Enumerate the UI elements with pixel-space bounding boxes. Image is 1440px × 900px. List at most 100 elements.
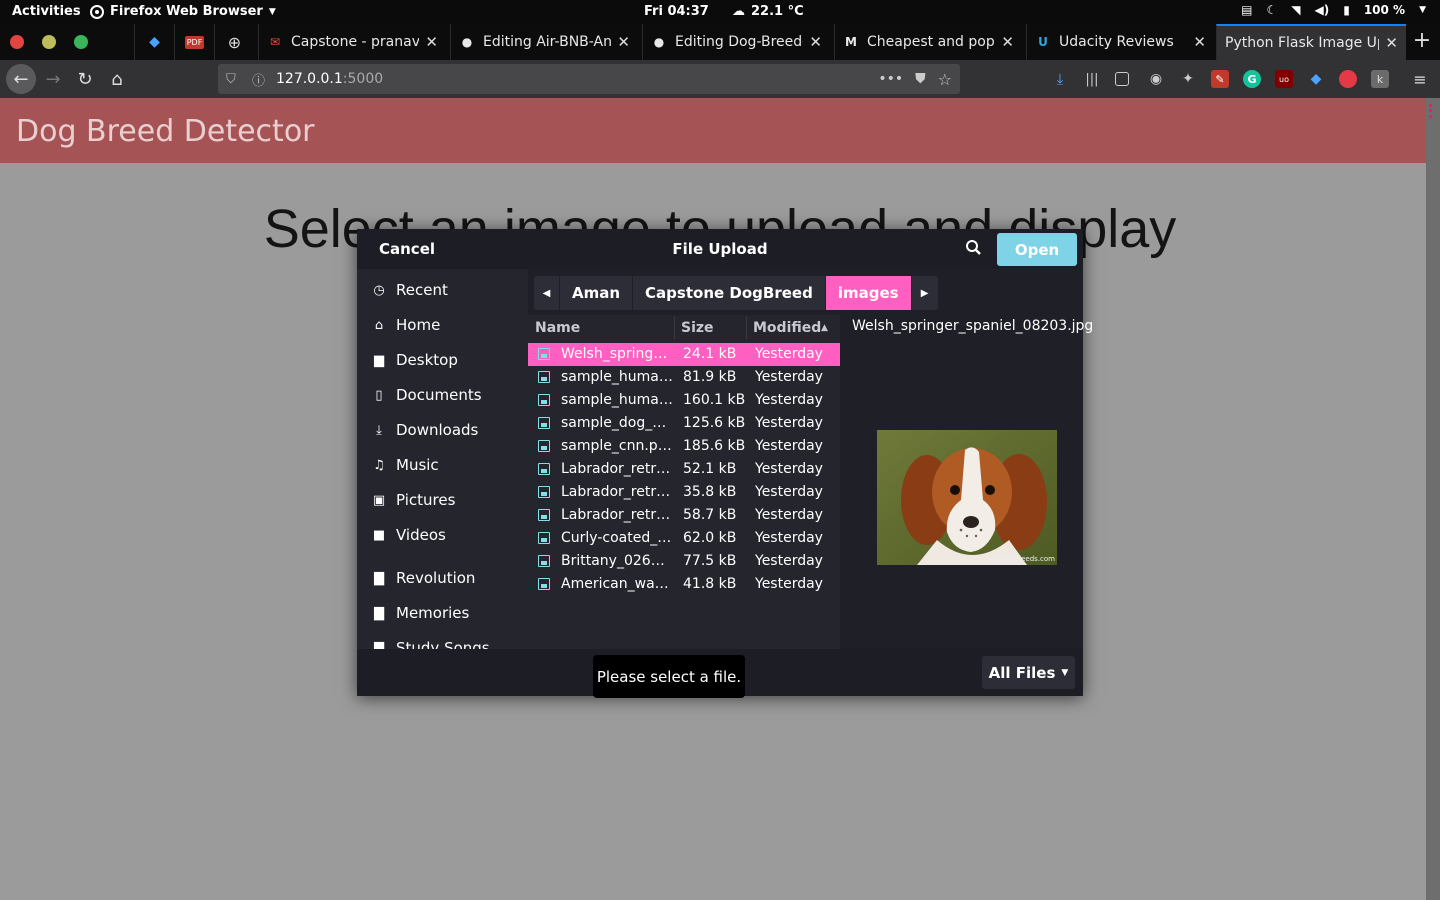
wifi-icon: ◥ — [1291, 3, 1301, 17]
extension-dark-icon[interactable]: ✦ — [1179, 70, 1197, 88]
search-icon[interactable] — [963, 237, 985, 259]
sidebar-item-study-songs[interactable]: ▇ Study Songs — [357, 633, 528, 649]
home-button[interactable]: ⌂ — [106, 68, 128, 90]
hamburger-menu-icon[interactable]: ≡ — [1411, 70, 1429, 89]
tab-udacity[interactable]: U Udacity Reviews ✕ — [1026, 24, 1214, 60]
close-tab-icon[interactable]: ✕ — [425, 33, 438, 51]
download-icon: ⤓ — [376, 422, 382, 438]
info-icon[interactable]: ⓘ — [252, 70, 268, 89]
file-row[interactable]: sample_dog_output.png 125.6 kB Yesterday — [528, 412, 840, 435]
globe-icon: ⊕ — [227, 32, 242, 52]
tab-title: Editing Dog-Breed- — [675, 34, 804, 50]
forward-button[interactable]: → — [42, 68, 64, 90]
back-button[interactable]: ← — [6, 64, 36, 94]
preview-watermark: JustDogBreeds.com — [986, 555, 1055, 563]
path-segment-images[interactable]: images — [825, 276, 912, 310]
firefox-icon — [90, 4, 104, 19]
column-header-size[interactable]: Size — [681, 320, 714, 336]
column-header-modified[interactable]: Modified — [753, 320, 821, 336]
downloads-icon[interactable]: ⤓ — [1051, 70, 1069, 88]
pdf-icon: PDF — [184, 35, 205, 49]
url-text: 127.0.0.1:5000 — [276, 71, 383, 87]
extension-red-icon[interactable]: ✎ — [1211, 70, 1229, 88]
sidebar-item-videos[interactable]: ■ Videos — [357, 520, 528, 550]
sidebar-item-revolution[interactable]: ▇ Revolution — [357, 563, 528, 593]
file-row[interactable]: sample_human_2.png 160.1 kB Yesterday — [528, 389, 840, 412]
tab-capstone[interactable]: ✉ Capstone - pranavp ✕ — [258, 24, 446, 60]
file-filter-dropdown[interactable]: All Files ▼ — [982, 656, 1075, 689]
path-forward-arrow[interactable]: ▶ — [912, 276, 938, 310]
file-row[interactable]: sample_human_output.png 81.9 kB Yesterda… — [528, 366, 840, 389]
file-row[interactable]: Welsh_springer_spaniel_08203.jpg 24.1 kB… — [528, 343, 840, 366]
diamond-extension-icon[interactable]: ◆ — [1307, 70, 1325, 88]
file-row[interactable]: Labrador_retriever_06449.jpg 58.7 kB Yes… — [528, 504, 840, 527]
maximize-window-button[interactable] — [74, 35, 88, 49]
sidebar-item-music[interactable]: ♫ Music — [357, 450, 528, 480]
file-name: Labrador_retriever_06455.jpg — [561, 484, 673, 500]
app-menu[interactable]: Firefox Web Browser ▼ — [90, 4, 276, 19]
tab-editing-airbnb[interactable]: ● Editing Air-BNB-Ana ✕ — [450, 24, 638, 60]
pinned-tab-1[interactable]: ◆ — [134, 24, 174, 60]
file-name: Brittany_02625.jpg — [561, 553, 673, 569]
library-icon[interactable]: ||| — [1083, 70, 1101, 88]
file-row[interactable]: Brittany_02625.jpg 77.5 kB Yesterday — [528, 550, 840, 573]
sidebar-item-recent[interactable]: ◷ Recent — [357, 275, 528, 305]
file-row[interactable]: Curly-coated_retriever_03896.jpg 62.0 kB… — [528, 527, 840, 550]
file-row[interactable]: sample_cnn.png 185.6 kB Yesterday — [528, 435, 840, 458]
file-name: sample_human_2.png — [561, 392, 673, 408]
page-scrollbar[interactable] — [1426, 98, 1440, 900]
open-button[interactable]: Open — [997, 233, 1077, 266]
account-icon[interactable]: ◉ — [1147, 70, 1165, 88]
tab-python-flask[interactable]: Python Flask Image Up ✕ — [1216, 24, 1406, 60]
sidebar-item-home[interactable]: ⌂ Home — [357, 310, 528, 340]
cancel-button[interactable]: Cancel — [379, 240, 435, 258]
tab-editing-dog-breed[interactable]: ● Editing Dog-Breed- ✕ — [642, 24, 830, 60]
url-bar[interactable]: ⛉ ⓘ 127.0.0.1:5000 ••• ⛊ ☆ — [218, 64, 960, 94]
grammarly-icon[interactable]: G — [1243, 70, 1261, 88]
video-icon: ■ — [372, 527, 386, 543]
extension-gray-icon[interactable]: k — [1371, 70, 1389, 88]
close-tab-icon[interactable]: ✕ — [1193, 33, 1206, 51]
sidebar-item-documents[interactable]: ▯ Documents — [357, 380, 528, 410]
close-tab-icon[interactable]: ✕ — [617, 33, 630, 51]
file-size: 35.8 kB — [683, 484, 737, 500]
sidebar-item-pictures[interactable]: ▣ Pictures — [357, 485, 528, 515]
pocket-icon[interactable]: ⛊ — [915, 71, 926, 87]
file-row[interactable]: Labrador_retriever_06455.jpg 35.8 kB Yes… — [528, 481, 840, 504]
bookmark-star-icon[interactable]: ☆ — [938, 70, 952, 89]
sidebar-item-label: Desktop — [396, 351, 458, 369]
app-menu-label: Firefox Web Browser — [110, 4, 263, 19]
app-header: Dog Breed Detector — [0, 98, 1426, 163]
sidebar-item-desktop[interactable]: ▆ Desktop — [357, 345, 528, 375]
file-size: 52.1 kB — [683, 461, 737, 477]
path-segment-aman[interactable]: Aman — [560, 276, 634, 310]
clock[interactable]: Fri 04:37 — [644, 4, 709, 19]
column-header-name[interactable]: Name — [535, 320, 580, 336]
sidebar-item-memories[interactable]: ▇ Memories — [357, 598, 528, 628]
file-row[interactable]: Labrador_retriever_06457.jpg 52.1 kB Yes… — [528, 458, 840, 481]
close-tab-icon[interactable]: ✕ — [809, 33, 822, 51]
page-actions-icon[interactable]: ••• — [878, 71, 903, 87]
system-top-bar: Activities Firefox Web Browser ▼ Fri 04:… — [0, 0, 1440, 24]
new-tab-button[interactable]: + — [1410, 30, 1434, 54]
pinned-tab-3[interactable]: ⊕ — [214, 24, 254, 60]
sidebar-icon[interactable] — [1115, 72, 1129, 86]
path-back-arrow[interactable]: ◀ — [534, 276, 560, 310]
close-window-button[interactable] — [10, 35, 24, 49]
scrollbar-handle[interactable] — [1429, 104, 1433, 118]
activities-button[interactable]: Activities — [12, 4, 81, 19]
tomato-extension-icon[interactable] — [1339, 70, 1357, 88]
path-segment-capstone[interactable]: Capstone DogBreed — [633, 276, 826, 310]
weather-indicator[interactable]: ☁ 22.1 °C — [732, 4, 804, 19]
ublock-icon[interactable]: uo — [1275, 70, 1293, 88]
pinned-tab-2[interactable]: PDF — [174, 24, 214, 60]
minimize-window-button[interactable] — [42, 35, 56, 49]
system-tray[interactable]: ▤ ☾ ◥ ◀) ▮ 100 % ▼ — [1241, 3, 1426, 17]
close-tab-icon[interactable]: ✕ — [1001, 33, 1014, 51]
shield-icon[interactable]: ⛉ — [226, 72, 242, 87]
tab-cheapest[interactable]: M Cheapest and popu ✕ — [834, 24, 1022, 60]
file-row[interactable]: American_water_spaniel_00648.jpg 41.8 kB… — [528, 573, 840, 596]
sidebar-item-downloads[interactable]: ⤓ Downloads — [357, 415, 528, 445]
reload-button[interactable]: ↻ — [74, 68, 96, 90]
close-tab-icon[interactable]: ✕ — [1385, 34, 1398, 52]
